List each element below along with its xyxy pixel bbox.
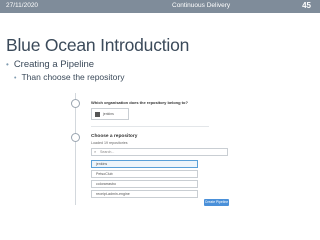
divider (91, 126, 209, 127)
search-placeholder: Search... (100, 150, 115, 154)
bullet-dot-icon: • (6, 60, 9, 69)
org-avatar-icon (95, 112, 100, 117)
org-name: jenkins (103, 112, 114, 116)
slide-date: 27/11/2020 (6, 2, 39, 9)
pipeline-wizard-screenshot: Which organisation does the repository b… (70, 93, 230, 206)
bullet-dot-icon: • (14, 75, 17, 82)
repository-name: colorarrasbo (96, 182, 116, 186)
repository-name: jenkins (96, 162, 108, 166)
bullet-text: Creating a Pipeline (13, 59, 95, 70)
step-node-icon (71, 99, 80, 108)
choose-repository-heading: Choose a repository (91, 134, 138, 139)
create-pipeline-label: Create Pipeline (204, 200, 229, 204)
slide-footer-title: Continuous Delivery (172, 2, 231, 9)
slide-header-bar: 27/11/2020 Continuous Delivery 45 (0, 0, 320, 13)
repository-name: PetsoClub (96, 172, 113, 176)
repository-name: receipt-admin-engine (96, 192, 130, 196)
repository-list-item[interactable]: colorarrasbo (91, 180, 198, 188)
repository-list-item[interactable]: jenkins (91, 160, 198, 168)
step-timeline-line (75, 93, 76, 205)
org-question: Which organisation does the repository b… (91, 100, 188, 105)
repository-list-item[interactable]: receipt-admin-engine (91, 190, 198, 198)
bullet-text: Than choose the repository (21, 72, 125, 82)
bullet-creating-pipeline: • Creating a Pipeline (6, 59, 94, 70)
loaded-repositories-text: Loaded 19 repositories (91, 141, 128, 145)
step-node-icon (71, 133, 80, 142)
repository-list-item[interactable]: PetsoClub (91, 170, 198, 178)
org-option[interactable]: jenkins (91, 108, 129, 120)
search-icon: ⌕ (94, 149, 97, 154)
slide-title: Blue Ocean Introduction (6, 35, 190, 55)
create-pipeline-button[interactable]: Create Pipeline (204, 199, 229, 206)
repository-search-input[interactable]: ⌕ Search... (91, 148, 228, 156)
bullet-choose-repository: • Than choose the repository (14, 72, 124, 82)
slide-page-number: 45 (302, 1, 311, 10)
